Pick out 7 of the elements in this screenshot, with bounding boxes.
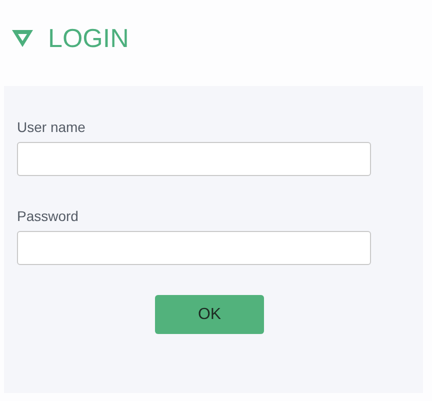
input-field[interactable]	[17, 231, 371, 265]
field-label: User name	[17, 120, 86, 134]
page-title: LOGIN	[48, 25, 129, 51]
logo-icon	[12, 30, 33, 46]
ok-button[interactable]: OK	[155, 295, 264, 334]
input-field[interactable]	[17, 142, 371, 176]
field-label: Password	[17, 209, 80, 223]
